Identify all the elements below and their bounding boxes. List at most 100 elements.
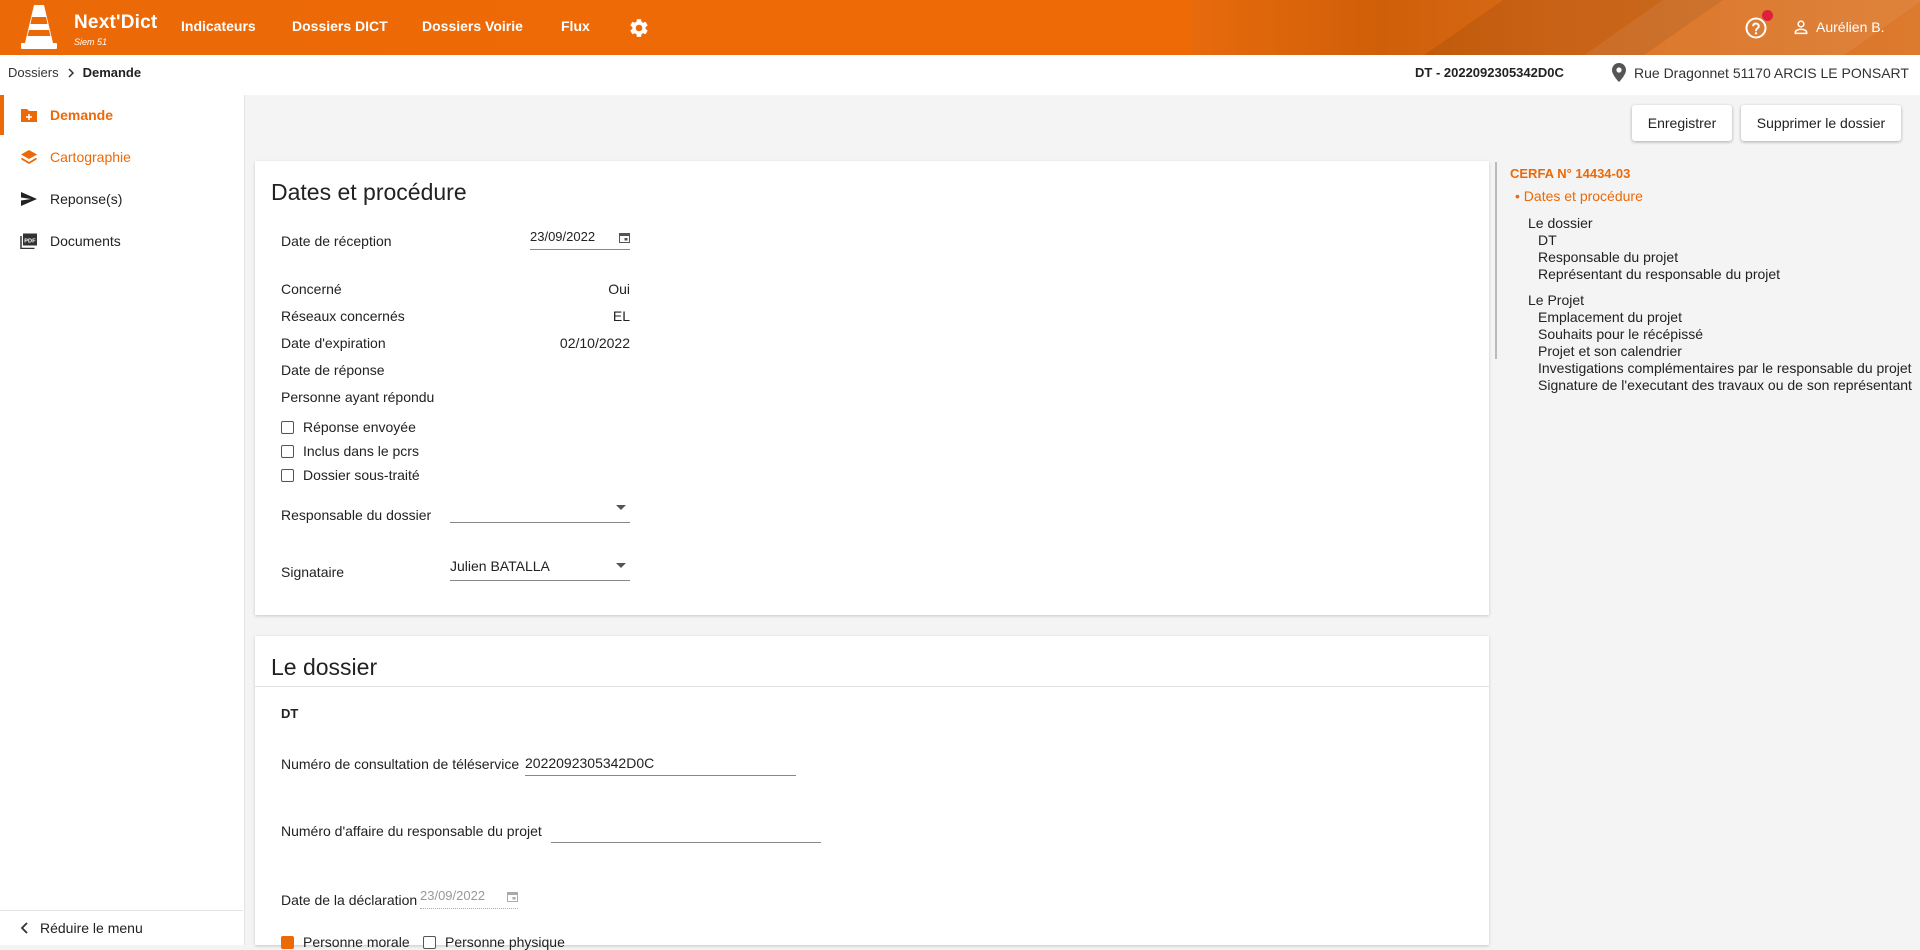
concerne-label: Concerné <box>281 281 342 297</box>
person-icon <box>1794 20 1808 35</box>
collapse-menu-label: Réduire le menu <box>40 920 143 936</box>
traffic-cone-icon[interactable] <box>20 3 58 51</box>
reponse-date-label: Date de réponse <box>281 362 385 378</box>
save-button[interactable]: Enregistrer <box>1632 105 1732 141</box>
checkbox-checked[interactable] <box>281 935 294 949</box>
declaration-date-value: 23/09/2022 <box>420 888 486 903</box>
personne-repondu-label: Personne ayant répondu <box>281 389 435 405</box>
signataire-select[interactable]: Julien BATALLA <box>450 558 630 581</box>
toc-item-representant[interactable]: Représentant du responsable du projet <box>1538 266 1780 282</box>
calendar-icon[interactable] <box>619 232 630 243</box>
toc-cerfa-title[interactable]: CERFA N° 14434-03 <box>1510 166 1630 181</box>
section-title: Le dossier <box>271 654 378 680</box>
chevron-left-icon <box>20 922 28 934</box>
affaire-input[interactable] <box>551 822 821 843</box>
send-icon <box>21 192 37 206</box>
signataire-label: Signataire <box>281 564 345 580</box>
expiration-value: 02/10/2022 <box>559 335 630 351</box>
sidebar-item-label: Reponse(s) <box>50 191 123 207</box>
sidebar-item-documents[interactable]: PDF Documents <box>0 221 243 261</box>
toc-item-calendrier[interactable]: Projet et son calendrier <box>1538 343 1682 359</box>
inclus-pcrs-checkbox[interactable]: Inclus dans le pcrs <box>281 443 419 459</box>
declaration-date-field: 23/09/2022 <box>420 888 518 909</box>
concerne-value: Oui <box>608 281 630 297</box>
dropdown-arrow-icon <box>616 563 626 568</box>
user-name: Aurélien B. <box>1816 19 1885 35</box>
toc-group-dossier[interactable]: Le dossier <box>1528 215 1593 231</box>
dossier-card: Le dossier DT Numéro de consultation de … <box>255 636 1489 950</box>
toc-item-dt[interactable]: DT <box>1538 232 1557 248</box>
checkbox-label: Personne morale <box>303 934 410 950</box>
breadcrumb: Dossiers Demande <box>8 65 141 80</box>
checkbox-label: Réponse envoyée <box>303 419 416 435</box>
dropdown-arrow-icon <box>616 505 626 510</box>
toc-item-label: Dates et procédure <box>1523 188 1643 204</box>
reseaux-value: EL <box>612 308 630 324</box>
app-name[interactable]: Next'Dict <box>74 12 157 34</box>
checkbox[interactable] <box>281 420 294 434</box>
toc-item-responsable[interactable]: Responsable du projet <box>1538 249 1678 265</box>
sous-traite-checkbox[interactable]: Dossier sous-traité <box>281 467 420 483</box>
sidebar: Demande Cartographie Reponse(s) PDF Docu… <box>0 95 245 945</box>
checkbox-label: Dossier sous-traité <box>303 467 420 483</box>
gear-icon[interactable] <box>628 17 650 39</box>
location-pin-icon <box>1612 63 1626 82</box>
chevron-right-icon <box>68 67 74 78</box>
sidebar-item-cartographie[interactable]: Cartographie <box>0 137 243 177</box>
reception-date-label: Date de réception <box>281 233 392 249</box>
sidebar-item-label: Demande <box>50 107 114 123</box>
checkbox[interactable] <box>423 935 436 949</box>
sidebar-item-demande[interactable]: Demande <box>0 95 243 135</box>
personne-physique-checkbox[interactable]: Personne physique <box>423 934 565 950</box>
expiration-label: Date d'expiration <box>281 335 386 351</box>
nav-indicateurs[interactable]: Indicateurs <box>181 18 256 34</box>
declaration-date-label: Date de la déclaration <box>281 892 418 908</box>
reponse-envoyee-checkbox[interactable]: Réponse envoyée <box>281 419 416 435</box>
signataire-value: Julien BATALLA <box>450 558 550 574</box>
toc-item-signature[interactable]: Signature de l'executant des travaux ou … <box>1538 377 1912 393</box>
pdf-icon: PDF <box>20 233 37 249</box>
breadcrumb-bar: Dossiers Demande DT - 2022092305342D0C R… <box>0 55 1920 95</box>
checkbox[interactable] <box>281 468 294 482</box>
responsable-select[interactable] <box>450 500 630 523</box>
consultation-label: Numéro de consultation de téléservice <box>281 756 520 772</box>
checkbox-label: Personne physique <box>445 934 565 950</box>
reseaux-label: Réseaux concernés <box>281 308 405 324</box>
collapse-menu-button[interactable]: Réduire le menu <box>0 910 243 945</box>
dt-subtitle: DT <box>281 706 299 721</box>
dossier-reference: DT - 2022092305342D0C <box>1415 65 1564 80</box>
sidebar-item-label: Documents <box>50 233 121 249</box>
dossier-address: Rue Dragonnet 51170 ARCIS LE PONSART <box>1612 63 1909 82</box>
nav-dossiers-voirie[interactable]: Dossiers Voirie <box>422 18 523 34</box>
consultation-input[interactable]: 2022092305342D0C <box>525 755 796 776</box>
toc-item-souhaits[interactable]: Souhaits pour le récépissé <box>1538 326 1703 342</box>
reception-date-field[interactable]: 23/09/2022 <box>530 229 630 250</box>
toc-item-dates[interactable]: • Dates et procédure <box>1515 188 1643 204</box>
toc-item-investigations[interactable]: Investigations complémentaires par le re… <box>1538 360 1912 376</box>
sidebar-item-reponses[interactable]: Reponse(s) <box>0 179 243 219</box>
layers-icon <box>21 150 37 165</box>
toc-item-emplacement[interactable]: Emplacement du projet <box>1538 309 1682 325</box>
notification-badge <box>1762 10 1773 21</box>
breadcrumb-dossiers[interactable]: Dossiers <box>8 65 59 80</box>
divider <box>255 686 1489 687</box>
affaire-label: Numéro d'affaire du responsable du proje… <box>281 823 542 839</box>
sidebar-item-label: Cartographie <box>50 149 131 165</box>
dates-procedure-card: Dates et procédure Date de réception 23/… <box>255 161 1489 615</box>
svg-text:PDF: PDF <box>24 238 36 244</box>
toc-group-projet[interactable]: Le Projet <box>1528 292 1584 308</box>
app-subtitle: Siem 51 <box>74 37 108 47</box>
section-title: Dates et procédure <box>271 179 467 205</box>
reception-date-value: 23/09/2022 <box>530 229 596 244</box>
nav-dossiers-dict[interactable]: Dossiers DICT <box>292 18 388 34</box>
nav-flux[interactable]: Flux <box>561 18 590 34</box>
responsable-label: Responsable du dossier <box>281 507 432 523</box>
checkbox-label: Inclus dans le pcrs <box>303 443 419 459</box>
delete-dossier-button[interactable]: Supprimer le dossier <box>1741 105 1901 141</box>
personne-morale-checkbox[interactable]: Personne morale <box>281 934 410 950</box>
user-menu[interactable]: Aurélien B. <box>1792 18 1884 36</box>
calendar-icon <box>507 892 518 902</box>
toc-scroll-indicator <box>1495 162 1497 359</box>
breadcrumb-current: Demande <box>82 65 142 80</box>
checkbox[interactable] <box>281 444 294 458</box>
